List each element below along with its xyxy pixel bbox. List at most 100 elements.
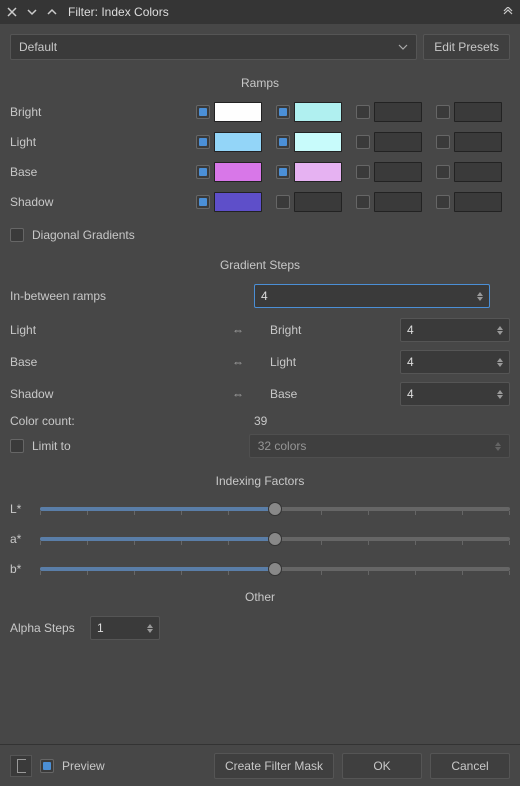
spin-up-icon[interactable]: [497, 358, 503, 362]
swatch-checkbox[interactable]: [436, 135, 450, 149]
slider-label: b*: [10, 562, 32, 576]
spin-down-icon[interactable]: [147, 629, 153, 633]
swatch-checkbox[interactable]: [436, 195, 450, 209]
steps-grid: Light⇔Bright 4 Base⇔Light 4 Shadow⇔Base …: [10, 318, 510, 406]
in-between-spin[interactable]: 4: [254, 284, 490, 308]
color-swatch[interactable]: [214, 192, 262, 212]
spin-down-icon[interactable]: [497, 395, 503, 399]
slider[interactable]: [40, 530, 510, 548]
swatch-checkbox[interactable]: [436, 105, 450, 119]
swatch-pair: [196, 162, 270, 182]
swatch-checkbox[interactable]: [276, 165, 290, 179]
alpha-steps-label: Alpha Steps: [10, 621, 82, 635]
close-icon[interactable]: [6, 6, 18, 18]
limit-to-checkbox[interactable]: [10, 439, 24, 453]
swatch-pair: [436, 102, 510, 122]
swatch-pair: [436, 162, 510, 182]
swap-icon[interactable]: ⇔: [232, 355, 244, 369]
swatch-pair: [196, 192, 270, 212]
preset-value: Default: [19, 40, 57, 54]
color-swatch[interactable]: [294, 192, 342, 212]
step-left-label: Light: [10, 323, 232, 337]
spin-up-icon[interactable]: [497, 390, 503, 394]
color-swatch[interactable]: [214, 132, 262, 152]
slider[interactable]: [40, 560, 510, 578]
swatch-pair: [356, 162, 430, 182]
color-swatch[interactable]: [294, 162, 342, 182]
alpha-steps-value: 1: [97, 621, 147, 635]
ramp-label: Light: [10, 135, 190, 149]
color-swatch[interactable]: [294, 132, 342, 152]
swatch-checkbox[interactable]: [196, 165, 210, 179]
diagonal-gradients-checkbox[interactable]: [10, 228, 24, 242]
swatch-pair: [276, 102, 350, 122]
swatch-checkbox[interactable]: [356, 105, 370, 119]
slider-thumb[interactable]: [268, 502, 282, 516]
spin-down-icon[interactable]: [477, 297, 483, 301]
step-pair-right: Base 4: [270, 382, 510, 406]
spin-down-icon[interactable]: [497, 363, 503, 367]
step-spin[interactable]: 4: [400, 318, 510, 342]
limit-to-select[interactable]: 32 colors: [249, 434, 510, 458]
step-left-label: Shadow: [10, 387, 232, 401]
slider-thumb[interactable]: [268, 532, 282, 546]
step-right-label: Base: [270, 387, 400, 401]
slider[interactable]: [40, 500, 510, 518]
swap-icon[interactable]: ⇔: [232, 387, 244, 401]
swatch-checkbox[interactable]: [276, 135, 290, 149]
step-spin[interactable]: 4: [400, 350, 510, 374]
swatch-checkbox[interactable]: [196, 135, 210, 149]
collapse-icon[interactable]: [502, 6, 514, 18]
spin-down-icon[interactable]: [497, 331, 503, 335]
color-swatch[interactable]: [214, 102, 262, 122]
color-swatch[interactable]: [454, 162, 502, 182]
swatch-checkbox[interactable]: [196, 105, 210, 119]
spin-up-icon[interactable]: [497, 326, 503, 330]
swatch-checkbox[interactable]: [276, 195, 290, 209]
spin-up-icon: [495, 442, 501, 446]
edit-presets-button[interactable]: Edit Presets: [423, 34, 510, 60]
swatch-checkbox[interactable]: [196, 195, 210, 209]
step-pair-right: Bright 4: [270, 318, 510, 342]
spin-up-icon[interactable]: [147, 624, 153, 628]
color-swatch[interactable]: [454, 192, 502, 212]
step-pair-right: Light 4: [270, 350, 510, 374]
color-swatch[interactable]: [374, 132, 422, 152]
swatch-checkbox[interactable]: [356, 195, 370, 209]
swatch-pair: [356, 132, 430, 152]
swatch-checkbox[interactable]: [276, 105, 290, 119]
slider-thumb[interactable]: [268, 562, 282, 576]
ok-button[interactable]: OK: [342, 753, 422, 779]
color-swatch[interactable]: [294, 102, 342, 122]
footer: Preview Create Filter Mask OK Cancel: [0, 744, 520, 786]
swatch-pair: [356, 102, 430, 122]
color-swatch[interactable]: [214, 162, 262, 182]
color-count-label: Color count:: [10, 414, 254, 428]
chevron-up-icon[interactable]: [46, 6, 58, 18]
swatch-pair: [276, 192, 350, 212]
color-swatch[interactable]: [454, 102, 502, 122]
color-swatch[interactable]: [454, 132, 502, 152]
color-swatch[interactable]: [374, 102, 422, 122]
step-spin[interactable]: 4: [400, 382, 510, 406]
chevron-down-icon[interactable]: [26, 6, 38, 18]
slider-row: L*: [10, 500, 510, 518]
spin-up-icon[interactable]: [477, 292, 483, 296]
swatch-checkbox[interactable]: [356, 165, 370, 179]
swap-icon[interactable]: ⇔: [232, 323, 244, 337]
preset-select[interactable]: Default: [10, 34, 417, 60]
alpha-steps-spin[interactable]: 1: [90, 616, 160, 640]
color-swatch[interactable]: [374, 192, 422, 212]
ramp-label: Base: [10, 165, 190, 179]
swatch-checkbox[interactable]: [356, 135, 370, 149]
layout-toggle[interactable]: [10, 755, 32, 777]
create-filter-mask-button[interactable]: Create Filter Mask: [214, 753, 334, 779]
cancel-button[interactable]: Cancel: [430, 753, 510, 779]
color-swatch[interactable]: [374, 162, 422, 182]
swatch-checkbox[interactable]: [436, 165, 450, 179]
spin-down-icon: [495, 447, 501, 451]
ramp-label: Bright: [10, 105, 190, 119]
section-gradient-title: Gradient Steps: [10, 258, 510, 272]
preview-checkbox[interactable]: [40, 759, 54, 773]
section-ramps-title: Ramps: [10, 76, 510, 90]
